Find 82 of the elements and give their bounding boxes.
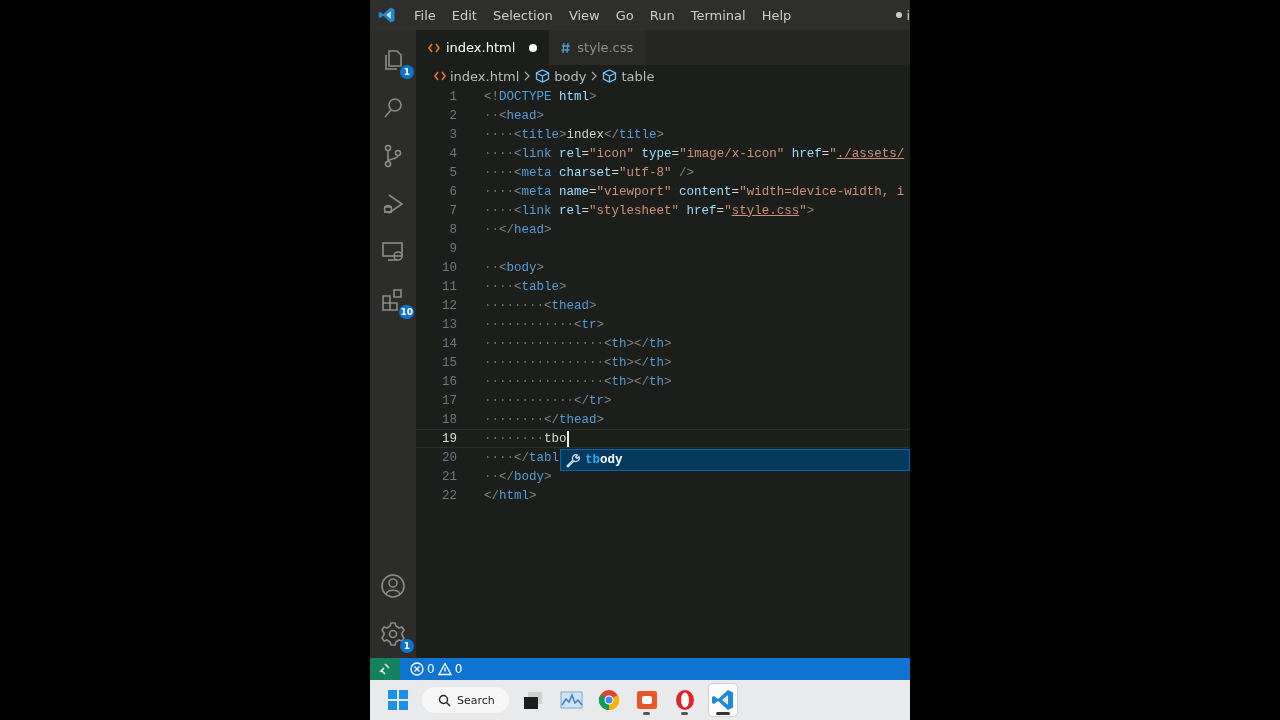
code-line: ············<tr> <box>484 317 605 332</box>
app-logo-icon <box>378 6 396 24</box>
code-file-icon <box>434 71 446 81</box>
line-number: 17 <box>441 393 458 408</box>
editor-tab[interactable]: index.html <box>416 30 550 65</box>
chevron-icon <box>590 71 599 81</box>
code-line: ····<link rel="icon" type="image/x-icon" href="./assets/ <box>484 146 905 161</box>
code-line: ····<table> <box>484 279 567 294</box>
unsaved-dot-icon <box>529 43 538 52</box>
count-badge: 10 <box>399 305 414 319</box>
line-number: 14 <box>441 336 458 351</box>
line-number: 9 <box>448 241 458 256</box>
line-number: 6 <box>448 184 458 199</box>
window-title: i <box>906 7 910 23</box>
search-field[interactable]: Search <box>422 687 509 713</box>
code-line: <!DOCTYPE html> <box>484 89 597 104</box>
breadcrumb-item[interactable]: table <box>621 68 655 84</box>
code-line: ················<th></th> <box>484 336 672 351</box>
code-line: ··</head> <box>484 222 552 237</box>
line-number: 3 <box>448 127 458 142</box>
code-line: ········tbo <box>484 431 567 446</box>
wrench-icon <box>565 452 581 468</box>
cube-icon <box>535 69 551 83</box>
line-number: 12 <box>441 298 458 313</box>
code-line: ····<meta charset="utf-8" /> <box>484 165 695 180</box>
menu-item[interactable]: View <box>560 7 608 23</box>
code-line: ········</thead> <box>484 412 605 427</box>
settings-icon[interactable] <box>380 621 406 647</box>
suggestion-item[interactable]: tbody <box>560 449 910 471</box>
code-line: ··</body> <box>484 469 552 484</box>
line-number: 8 <box>448 222 458 237</box>
line-number: 13 <box>441 317 458 332</box>
remote-button[interactable] <box>370 658 400 680</box>
account-view-icon[interactable] <box>380 573 406 599</box>
line-number: 18 <box>441 412 458 427</box>
line-number: 7 <box>448 203 458 218</box>
code-file-icon <box>428 42 440 53</box>
line-number: 22 <box>441 488 458 503</box>
warning-icon <box>437 662 452 676</box>
count-badge: 1 <box>400 65 414 79</box>
code-line: ················<th></th> <box>484 374 672 389</box>
menu-item[interactable]: File <box>406 7 444 23</box>
menu-item[interactable]: Go <box>607 7 642 23</box>
cube-icon <box>602 69 618 83</box>
line-number: 5 <box>448 165 458 180</box>
line-number: 2 <box>448 108 458 123</box>
code-line: ··<body> <box>484 260 545 275</box>
menu-item[interactable]: Help <box>753 7 800 23</box>
chevron-icon <box>523 71 532 81</box>
line-number: 4 <box>448 146 458 161</box>
line-number: 16 <box>441 374 458 389</box>
remote-icon <box>378 662 392 676</box>
breadcrumb-item[interactable]: index.html <box>450 68 520 84</box>
menu-item[interactable]: Run <box>641 7 683 23</box>
code-line: ····<title>index</title> <box>484 127 665 142</box>
menu-item[interactable]: Terminal <box>682 7 754 23</box>
hash-file-icon <box>561 41 572 54</box>
code-line: ············</tr> <box>484 393 612 408</box>
code-line: ········<thead> <box>484 298 597 313</box>
menu-item[interactable]: Selection <box>484 7 561 23</box>
breadcrumb-item[interactable]: body <box>554 68 587 84</box>
problems-button[interactable]: 0 0 <box>400 662 463 676</box>
text-cursor <box>566 430 569 447</box>
code-line: ····<link rel="stylesheet" href="style.css"> <box>484 203 815 218</box>
code-line: </html> <box>484 488 537 503</box>
line-number: 19 <box>441 431 458 446</box>
line-number: 21 <box>441 469 458 484</box>
editor-app-icon[interactable] <box>708 684 737 716</box>
menu-item[interactable]: Edit <box>443 7 485 23</box>
error-icon <box>410 662 424 676</box>
line-number: 10 <box>441 260 458 275</box>
code-line: ····</tabl <box>484 450 560 465</box>
code-line: ················<th></th> <box>484 355 672 370</box>
editor-tab[interactable]: style.css <box>549 30 646 65</box>
code-line: ····<meta name="viewport" content="width=device-width, i <box>484 184 905 199</box>
line-number: 20 <box>441 450 458 465</box>
count-badge: 1 <box>400 639 414 653</box>
search-icon <box>438 693 451 707</box>
code-line: ··<head> <box>484 108 545 123</box>
line-number: 1 <box>448 89 458 104</box>
line-number: 15 <box>441 355 458 370</box>
line-number: 11 <box>441 279 458 294</box>
